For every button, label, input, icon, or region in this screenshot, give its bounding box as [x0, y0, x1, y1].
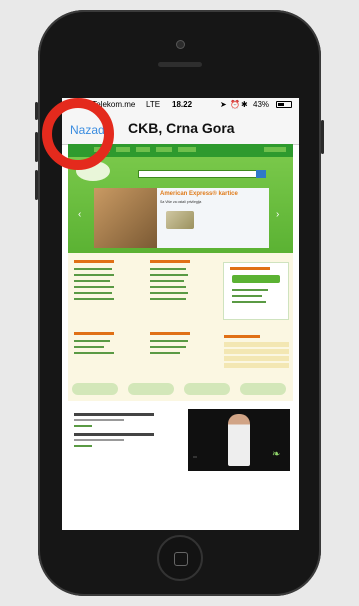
network-label: LTE [146, 100, 161, 109]
language-switch[interactable] [264, 147, 286, 152]
banner-title: American Express® kartice [160, 191, 238, 197]
front-camera [176, 40, 185, 49]
column-link[interactable] [150, 298, 186, 300]
alarm-clock-icon: ⏰ [230, 100, 240, 109]
carousel-next-icon[interactable]: › [276, 209, 279, 220]
site-nav-link[interactable] [116, 147, 130, 152]
column-link[interactable] [74, 286, 114, 288]
bluetooth-icon: ✱ [241, 100, 248, 109]
ebanking-button[interactable] [232, 275, 280, 283]
quick-link-button[interactable] [184, 383, 230, 395]
power-button [321, 120, 324, 154]
column-heading-3 [74, 332, 114, 335]
highlight-circle [42, 98, 114, 170]
contact-heading [224, 335, 260, 338]
site-search-button[interactable] [256, 170, 266, 178]
volume-up-button [35, 132, 38, 162]
video-presenter [228, 414, 250, 466]
site-search-input[interactable] [138, 170, 260, 178]
column-heading-1 [74, 260, 114, 263]
column-link[interactable] [74, 298, 114, 300]
time-label: 18.22 [172, 100, 193, 109]
column-link[interactable] [150, 286, 186, 288]
column-link[interactable] [74, 274, 114, 276]
contact-row[interactable] [224, 342, 289, 347]
site-nav-link[interactable] [156, 147, 172, 152]
column-link[interactable] [74, 340, 110, 342]
mute-switch [35, 102, 38, 120]
column-link[interactable] [150, 280, 184, 282]
page-title: CKB, Crna Gora [128, 120, 235, 136]
column-link[interactable] [74, 352, 114, 354]
column-link[interactable] [150, 340, 188, 342]
location-arrow-icon: ➤ [220, 100, 227, 109]
contact-row[interactable] [224, 356, 289, 361]
column-heading-2 [150, 260, 190, 263]
column-link[interactable] [150, 346, 186, 348]
column-link[interactable] [74, 346, 104, 348]
home-button[interactable] [157, 535, 203, 581]
column-link[interactable] [150, 292, 188, 294]
quick-link-button[interactable] [240, 383, 286, 395]
news-item-title[interactable] [74, 413, 154, 416]
ebanking-link[interactable] [232, 301, 266, 303]
ebanking-heading [230, 267, 270, 270]
quick-link-button[interactable] [72, 383, 118, 395]
news-item-summary [74, 439, 124, 441]
contact-info-box [224, 335, 289, 373]
video-player[interactable]: ❧ [188, 409, 290, 471]
column-link[interactable] [74, 268, 112, 270]
banner-photo [94, 188, 157, 248]
news-item-title[interactable] [74, 433, 154, 436]
amex-card-image [166, 211, 194, 229]
quick-link-button[interactable] [128, 383, 174, 395]
ebanking-link[interactable] [232, 295, 262, 297]
site-hero: ‹ › American Express® kartice Sa Više za… [68, 157, 293, 253]
site-nav-link[interactable] [178, 147, 196, 152]
volume-down-button [35, 170, 38, 200]
column-link[interactable] [150, 352, 180, 354]
column-heading-4 [150, 332, 190, 335]
contact-row[interactable] [224, 349, 289, 354]
news-item-summary [74, 419, 124, 421]
column-link[interactable] [74, 280, 110, 282]
banner-subtitle: Sa Više za ostali privilegija [160, 200, 202, 204]
ebanking-link[interactable] [232, 289, 268, 291]
contact-row[interactable] [224, 363, 289, 368]
column-link[interactable] [74, 292, 112, 294]
earpiece-speaker [158, 62, 202, 67]
news-item-link[interactable] [74, 425, 92, 427]
plant-decor-icon: ❧ [272, 449, 281, 460]
column-link[interactable] [150, 274, 188, 276]
battery-percent-label: 43% [253, 100, 270, 109]
video-caption [193, 456, 197, 458]
home-square-icon [174, 552, 188, 566]
promo-banner[interactable]: American Express® kartice Sa Više za ost… [94, 188, 269, 248]
web-page-content[interactable]: ‹ › American Express® kartice Sa Više za… [68, 144, 293, 530]
site-nav-link[interactable] [136, 147, 150, 152]
battery-icon [276, 101, 292, 108]
news-item-link[interactable] [74, 445, 92, 447]
carousel-prev-icon[interactable]: ‹ [78, 209, 81, 220]
column-link[interactable] [150, 268, 186, 270]
ebanking-box [223, 262, 289, 320]
